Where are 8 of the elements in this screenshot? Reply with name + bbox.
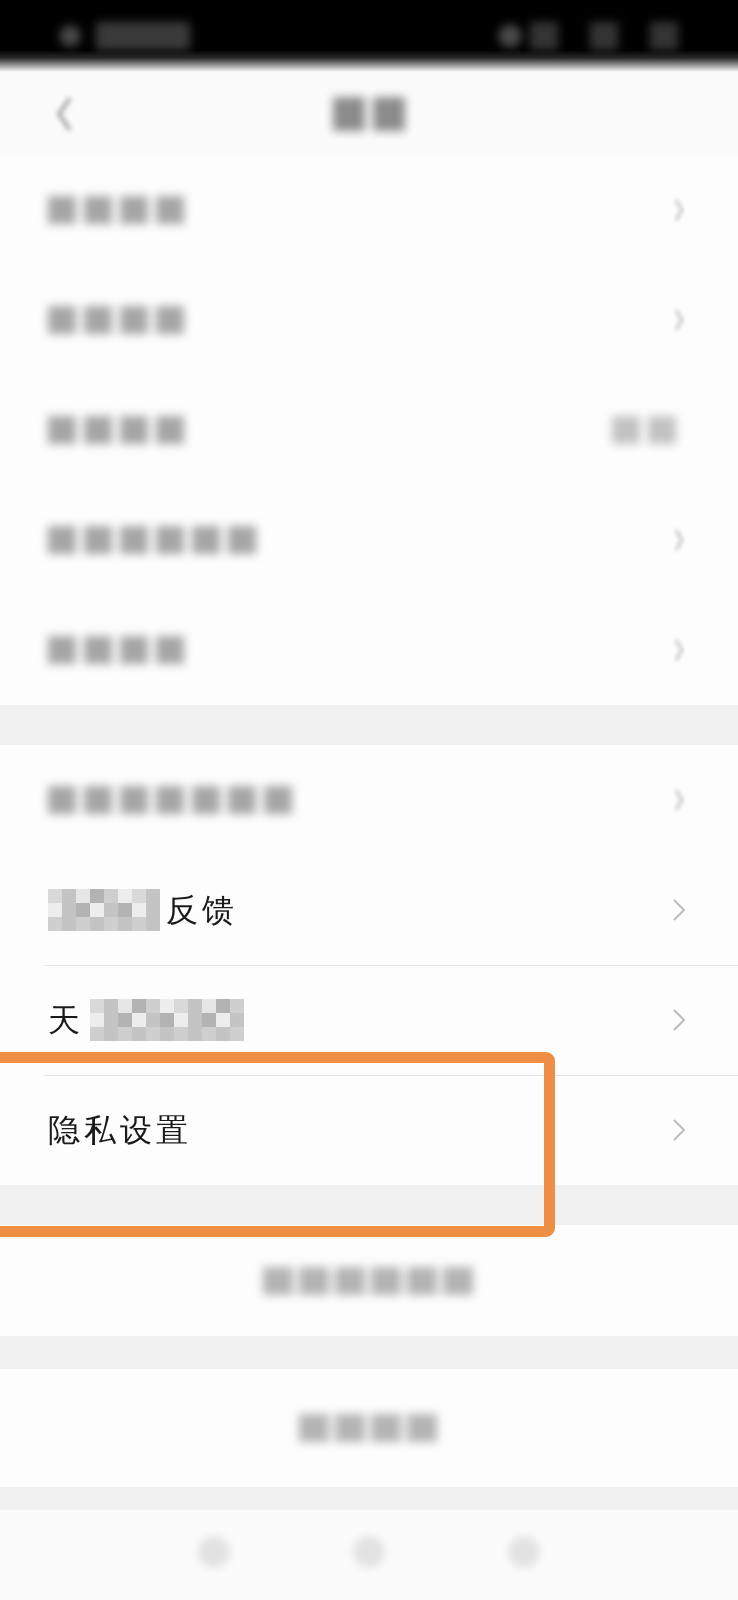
- chevron-icon: [672, 1118, 686, 1142]
- row-label: 天: [48, 1000, 84, 1040]
- row-label: 隐私设置: [48, 1110, 192, 1150]
- chevron-icon: [672, 1008, 686, 1032]
- action-button[interactable]: [0, 1225, 738, 1336]
- chevron-icon: [672, 898, 686, 922]
- row-label: 反馈: [166, 890, 238, 930]
- action-button[interactable]: [0, 1369, 738, 1487]
